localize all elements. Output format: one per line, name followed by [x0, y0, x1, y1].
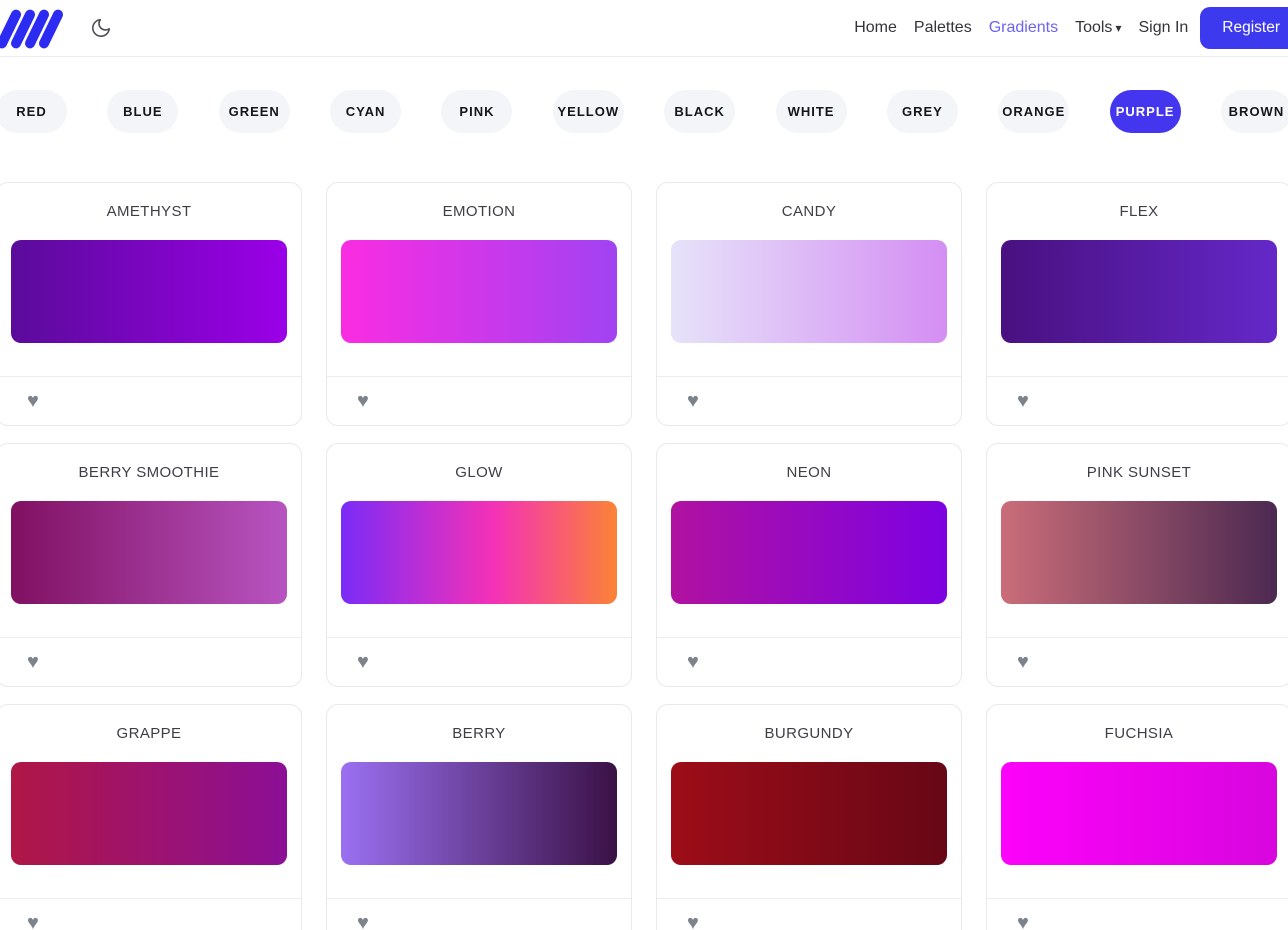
gradient-swatch[interactable] [1001, 501, 1277, 604]
filter-cyan[interactable]: CYAN [330, 90, 401, 133]
nav-link-gradients[interactable]: Gradients [989, 19, 1058, 37]
heart-icon[interactable]: ♥ [687, 390, 699, 412]
dark-mode-toggle[interactable] [90, 17, 112, 39]
filter-grey[interactable]: GREY [887, 90, 958, 133]
gradient-card: PINK SUNSET ♥ [986, 443, 1288, 687]
caret-down-icon: ▾ [1115, 21, 1121, 35]
gradient-name: CANDY [671, 203, 947, 220]
gradient-swatch[interactable] [1001, 762, 1277, 865]
site-logo-icon[interactable] [4, 6, 56, 50]
gradient-card: EMOTION ♥ [326, 182, 632, 426]
nav-link-sign-in[interactable]: Sign In [1138, 19, 1188, 37]
heart-icon[interactable]: ♥ [357, 651, 369, 673]
register-button[interactable]: Register [1200, 7, 1288, 49]
gradient-name: BERRY [341, 725, 617, 742]
nav-link-home[interactable]: Home [854, 19, 897, 37]
filter-pink[interactable]: PINK [441, 90, 512, 133]
gradient-card: CANDY ♥ [656, 182, 962, 426]
gradient-swatch[interactable] [1001, 240, 1277, 343]
heart-icon[interactable]: ♥ [27, 651, 39, 673]
gradient-swatch[interactable] [11, 501, 287, 604]
gradient-swatch[interactable] [11, 762, 287, 865]
gradient-name: EMOTION [341, 203, 617, 220]
gradient-card: BURGUNDY ♥ [656, 704, 962, 930]
navbar: Home Palettes Gradients Tools▾ Sign In R… [0, 0, 1288, 56]
gradient-card: NEON ♥ [656, 443, 962, 687]
heart-icon[interactable]: ♥ [1017, 651, 1029, 673]
moon-icon [90, 17, 112, 39]
nav-link-palettes[interactable]: Palettes [914, 19, 972, 37]
nav-links: Home Palettes Gradients Tools▾ Sign In [854, 19, 1188, 37]
gradient-card: AMETHYST ♥ [0, 182, 302, 426]
heart-icon[interactable]: ♥ [27, 390, 39, 412]
gradient-name: GLOW [341, 464, 617, 481]
gradient-card: GLOW ♥ [326, 443, 632, 687]
gradient-name: AMETHYST [11, 203, 287, 220]
filter-black[interactable]: BLACK [664, 90, 735, 133]
gradient-card: FUCHSIA ♥ [986, 704, 1288, 930]
gradient-swatch[interactable] [671, 762, 947, 865]
gradient-swatch[interactable] [671, 240, 947, 343]
gradient-swatch[interactable] [341, 762, 617, 865]
heart-icon[interactable]: ♥ [1017, 390, 1029, 412]
gradient-name: BERRY SMOOTHIE [11, 464, 287, 481]
gradient-grid: AMETHYST ♥ EMOTION ♥ CANDY ♥ FLEX ♥ [0, 182, 1288, 930]
filter-green[interactable]: GREEN [219, 90, 290, 133]
gradient-card: BERRY ♥ [326, 704, 632, 930]
filter-brown[interactable]: BROWN [1221, 90, 1288, 133]
gradient-swatch[interactable] [341, 240, 617, 343]
gradient-name: BURGUNDY [671, 725, 947, 742]
gradient-swatch[interactable] [11, 240, 287, 343]
gradient-card: FLEX ♥ [986, 182, 1288, 426]
gradient-name: FLEX [1001, 203, 1277, 220]
heart-icon[interactable]: ♥ [27, 912, 39, 930]
heart-icon[interactable]: ♥ [687, 912, 699, 930]
filter-red[interactable]: RED [0, 90, 67, 133]
heart-icon[interactable]: ♥ [357, 390, 369, 412]
filter-white[interactable]: WHITE [776, 90, 847, 133]
gradient-name: NEON [671, 464, 947, 481]
filter-purple[interactable]: PURPLE [1110, 90, 1181, 133]
filter-orange[interactable]: ORANGE [998, 90, 1069, 133]
filter-yellow[interactable]: YELLOW [553, 90, 624, 133]
gradient-card: GRAPPE ♥ [0, 704, 302, 930]
filter-blue[interactable]: BLUE [107, 90, 178, 133]
nav-link-tools[interactable]: Tools▾ [1075, 19, 1121, 37]
heart-icon[interactable]: ♥ [687, 651, 699, 673]
heart-icon[interactable]: ♥ [357, 912, 369, 930]
gradient-name: GRAPPE [11, 725, 287, 742]
gradient-card: BERRY SMOOTHIE ♥ [0, 443, 302, 687]
gradient-swatch[interactable] [671, 501, 947, 604]
color-filter-bar: RED BLUE GREEN CYAN PINK YELLOW BLACK WH… [0, 90, 1288, 133]
gradient-name: FUCHSIA [1001, 725, 1277, 742]
heart-icon[interactable]: ♥ [1017, 912, 1029, 930]
gradient-swatch[interactable] [341, 501, 617, 604]
gradient-name: PINK SUNSET [1001, 464, 1277, 481]
